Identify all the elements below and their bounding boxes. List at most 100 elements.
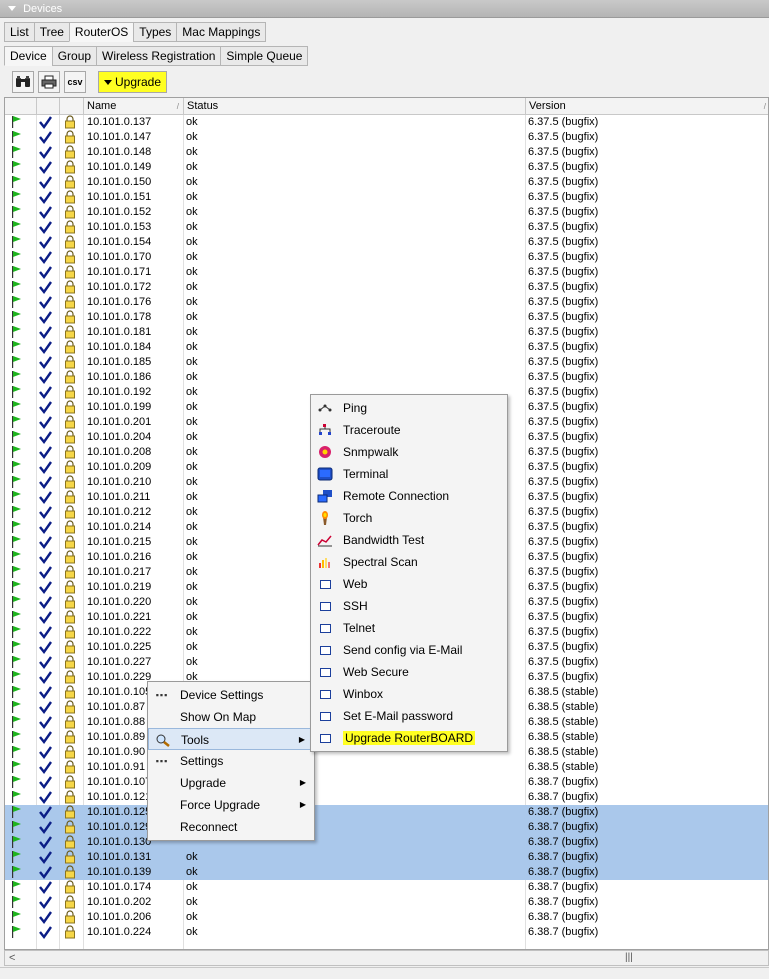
enabled-cell[interactable] <box>39 130 53 145</box>
table-row[interactable]: 10.101.0.186 ok 6.37.5 (bugfix) <box>5 370 768 385</box>
column-header-lock[interactable] <box>60 98 84 115</box>
tools-menu-item-set-e-mail-password[interactable]: Set E-Mail password <box>311 705 507 727</box>
tools-menu-item-torch[interactable]: Torch <box>311 507 507 529</box>
enabled-cell[interactable] <box>39 340 53 355</box>
enabled-cell[interactable] <box>39 250 53 265</box>
enabled-cell[interactable] <box>39 730 53 745</box>
table-row[interactable]: 10.101.0.174 ok 6.38.7 (bugfix) <box>5 880 768 895</box>
tools-menu-item-winbox[interactable]: Winbox <box>311 683 507 705</box>
column-header-name[interactable]: Name / <box>84 98 184 115</box>
tab-list[interactable]: List <box>4 22 35 42</box>
tools-menu-item-telnet[interactable]: Telnet <box>311 617 507 639</box>
tools-menu-item-traceroute[interactable]: Traceroute <box>311 419 507 441</box>
enabled-cell[interactable] <box>39 310 53 325</box>
enabled-cell[interactable] <box>39 700 53 715</box>
enabled-cell[interactable] <box>39 865 53 880</box>
collapse-arrow-icon[interactable] <box>8 6 16 11</box>
table-row[interactable]: 10.101.0.131 ok 6.38.7 (bugfix) <box>5 850 768 865</box>
enabled-cell[interactable] <box>39 490 53 505</box>
enabled-cell[interactable] <box>39 160 53 175</box>
table-row[interactable]: 10.101.0.139 ok 6.38.7 (bugfix) <box>5 865 768 880</box>
enabled-cell[interactable] <box>39 595 53 610</box>
enabled-cell[interactable] <box>39 715 53 730</box>
enabled-cell[interactable] <box>39 580 53 595</box>
csv-export-button[interactable]: csv <box>64 71 86 93</box>
find-button[interactable] <box>12 71 34 93</box>
enabled-cell[interactable] <box>39 520 53 535</box>
column-header-version[interactable]: Version / <box>526 98 768 115</box>
tools-menu-item-web[interactable]: Web <box>311 573 507 595</box>
enabled-cell[interactable] <box>39 895 53 910</box>
enabled-cell[interactable] <box>39 460 53 475</box>
enabled-cell[interactable] <box>39 175 53 190</box>
tools-menu-item-send-config-via-e-mail[interactable]: Send config via E-Mail <box>311 639 507 661</box>
context-menu-item-reconnect[interactable]: Reconnect <box>148 816 314 838</box>
subtab-simple-queue[interactable]: Simple Queue <box>220 46 309 66</box>
column-header-flag[interactable] <box>5 98 37 115</box>
enabled-cell[interactable] <box>39 325 53 340</box>
enabled-cell[interactable] <box>39 625 53 640</box>
tab-tree[interactable]: Tree <box>33 22 70 42</box>
enabled-cell[interactable] <box>39 415 53 430</box>
table-row[interactable]: 10.101.0.137 ok 6.37.5 (bugfix) <box>5 115 768 130</box>
enabled-cell[interactable] <box>39 910 53 925</box>
enabled-cell[interactable] <box>39 640 53 655</box>
enabled-cell[interactable] <box>39 475 53 490</box>
window-titlebar[interactable]: Devices <box>0 0 769 18</box>
enabled-cell[interactable] <box>39 295 53 310</box>
context-menu-item-show-on-map[interactable]: Show On Map <box>148 706 314 728</box>
enabled-cell[interactable] <box>39 880 53 895</box>
enabled-cell[interactable] <box>39 850 53 865</box>
context-menu-item-upgrade[interactable]: Upgrade ▶ <box>148 772 314 794</box>
enabled-cell[interactable] <box>39 655 53 670</box>
table-row[interactable]: 10.101.0.152 ok 6.37.5 (bugfix) <box>5 205 768 220</box>
enabled-cell[interactable] <box>39 385 53 400</box>
enabled-cell[interactable] <box>39 190 53 205</box>
enabled-cell[interactable] <box>39 805 53 820</box>
table-row[interactable]: 10.101.0.107 6.38.7 (bugfix) <box>5 775 768 790</box>
subtab-wireless-registration[interactable]: Wireless Registration <box>96 46 222 66</box>
table-row[interactable]: 10.101.0.172 ok 6.37.5 (bugfix) <box>5 280 768 295</box>
table-row[interactable]: 10.101.0.129 6.38.7 (bugfix) <box>5 820 768 835</box>
context-menu-item-device-settings[interactable]: ▪▪▪ Device Settings <box>148 684 314 706</box>
tools-menu-item-ping[interactable]: Ping <box>311 397 507 419</box>
enabled-cell[interactable] <box>39 820 53 835</box>
enabled-cell[interactable] <box>39 265 53 280</box>
scroll-left-icon[interactable]: < <box>9 951 15 965</box>
column-header-status[interactable]: Status <box>184 98 526 115</box>
enabled-cell[interactable] <box>39 505 53 520</box>
enabled-cell[interactable] <box>39 775 53 790</box>
table-row[interactable]: 10.101.0.206 ok 6.38.7 (bugfix) <box>5 910 768 925</box>
tools-menu-item-bandwidth-test[interactable]: Bandwidth Test <box>311 529 507 551</box>
table-row[interactable]: 10.101.0.184 ok 6.37.5 (bugfix) <box>5 340 768 355</box>
enabled-cell[interactable] <box>39 745 53 760</box>
table-row[interactable]: 10.101.0.153 ok 6.37.5 (bugfix) <box>5 220 768 235</box>
enabled-cell[interactable] <box>39 400 53 415</box>
table-row[interactable]: 10.101.0.149 ok 6.37.5 (bugfix) <box>5 160 768 175</box>
enabled-cell[interactable] <box>39 220 53 235</box>
scroll-grip-icon[interactable]: ||| <box>625 951 633 965</box>
enabled-cell[interactable] <box>39 205 53 220</box>
table-row[interactable]: 10.101.0.147 ok 6.37.5 (bugfix) <box>5 130 768 145</box>
enabled-cell[interactable] <box>39 685 53 700</box>
subtab-device[interactable]: Device <box>4 46 53 66</box>
context-menu-item-tools[interactable]: Tools ▶ <box>148 728 314 750</box>
table-row[interactable]: 10.101.0.181 ok 6.37.5 (bugfix) <box>5 325 768 340</box>
column-header-enabled[interactable] <box>37 98 60 115</box>
table-row[interactable]: 10.101.0.202 ok 6.38.7 (bugfix) <box>5 895 768 910</box>
horizontal-scrollbar[interactable]: < ||| <box>4 950 769 966</box>
tools-menu-item-terminal[interactable]: Terminal <box>311 463 507 485</box>
enabled-cell[interactable] <box>39 370 53 385</box>
table-row[interactable]: 10.101.0.125 6.38.7 (bugfix) <box>5 805 768 820</box>
table-row[interactable]: 10.101.0.154 ok 6.37.5 (bugfix) <box>5 235 768 250</box>
enabled-cell[interactable] <box>39 790 53 805</box>
subtab-group[interactable]: Group <box>51 46 98 66</box>
table-row[interactable]: 10.101.0.91 6.38.5 (stable) <box>5 760 768 775</box>
print-button[interactable] <box>38 71 60 93</box>
enabled-cell[interactable] <box>39 235 53 250</box>
tab-mac-mappings[interactable]: Mac Mappings <box>176 22 267 42</box>
context-menu-item-force-upgrade[interactable]: Force Upgrade ▶ <box>148 794 314 816</box>
enabled-cell[interactable] <box>39 115 53 130</box>
enabled-cell[interactable] <box>39 565 53 580</box>
tools-menu-item-snmpwalk[interactable]: Snmpwalk <box>311 441 507 463</box>
